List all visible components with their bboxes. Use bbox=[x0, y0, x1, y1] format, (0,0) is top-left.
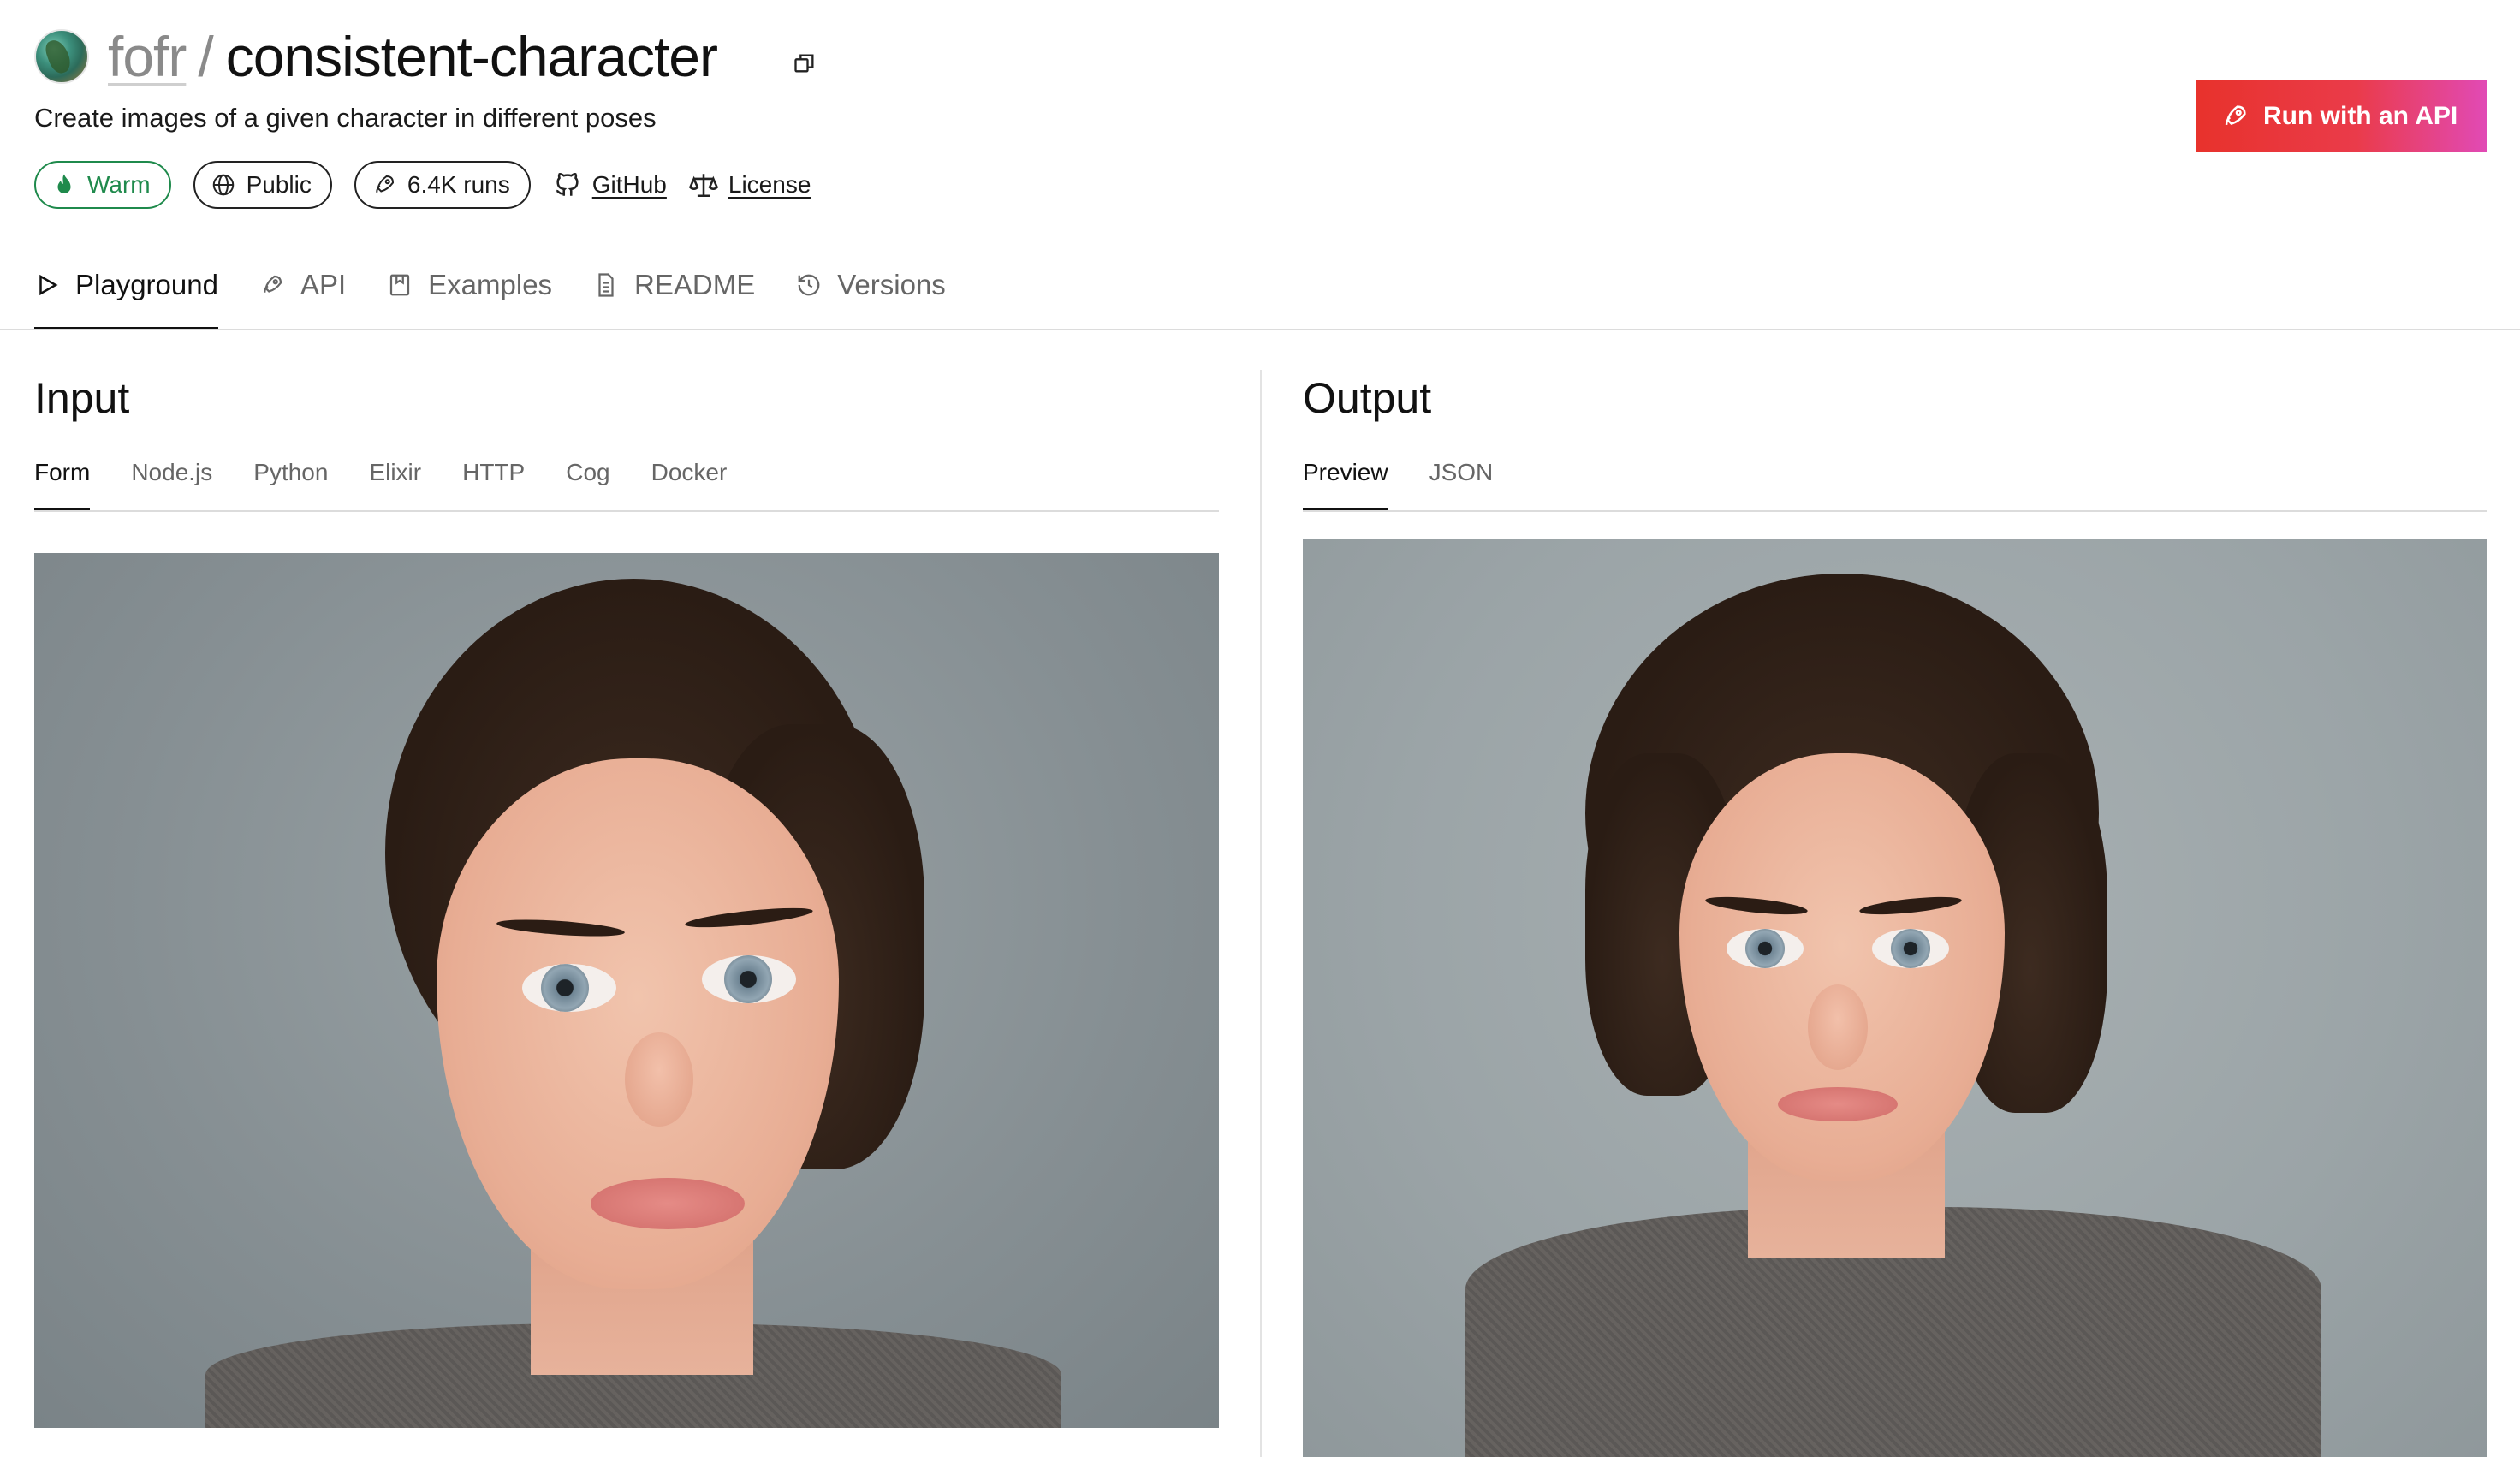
model-badges: Warm Public 6.4K runs GitHub License bbox=[34, 161, 811, 209]
model-title: fofr / consistent-character bbox=[108, 24, 718, 89]
warm-badge: Warm bbox=[34, 161, 171, 209]
run-api-label[interactable]: Run with an API bbox=[2263, 102, 2458, 131]
input-tab-cog[interactable]: Cog bbox=[566, 459, 609, 512]
input-tab-form[interactable]: Form bbox=[34, 459, 91, 512]
input-image bbox=[34, 553, 1219, 1428]
github-link[interactable]: GitHub bbox=[553, 170, 667, 199]
tab-api-label[interactable]: API bbox=[300, 269, 346, 301]
owner-link[interactable]: fofr bbox=[108, 24, 187, 89]
tab-versions-label[interactable]: Versions bbox=[837, 269, 946, 301]
output-tab-preview[interactable]: Preview bbox=[1303, 459, 1388, 512]
main-tabs: Playground API Examples README Versions bbox=[34, 267, 946, 330]
flame-icon bbox=[57, 174, 71, 193]
public-badge: Public bbox=[193, 161, 332, 209]
title-separator: / bbox=[198, 25, 214, 88]
rocket-icon bbox=[376, 175, 394, 193]
rocket-icon bbox=[264, 275, 282, 293]
github-label[interactable]: GitHub bbox=[592, 171, 667, 199]
owner-avatar[interactable] bbox=[34, 29, 89, 84]
input-tab-nodejs[interactable]: Node.js bbox=[131, 459, 212, 512]
play-icon bbox=[39, 274, 58, 296]
runs-badge: 6.4K runs bbox=[354, 161, 531, 209]
tab-api[interactable]: API bbox=[259, 267, 346, 330]
tab-readme[interactable]: README bbox=[593, 267, 755, 330]
public-label: Public bbox=[246, 171, 312, 198]
output-tabs-rule bbox=[1303, 510, 2487, 512]
tab-playground[interactable]: Playground bbox=[34, 267, 218, 330]
history-icon bbox=[798, 274, 820, 296]
tab-playground-label[interactable]: Playground bbox=[75, 269, 218, 301]
tab-versions[interactable]: Versions bbox=[796, 267, 946, 330]
license-link[interactable]: License bbox=[688, 170, 811, 199]
model-description: Create images of a given character in di… bbox=[34, 103, 657, 133]
model-name: consistent-character bbox=[225, 25, 718, 88]
tab-examples-label[interactable]: Examples bbox=[428, 269, 552, 301]
github-icon bbox=[556, 173, 579, 196]
tab-examples[interactable]: Examples bbox=[387, 267, 552, 330]
tab-readme-label[interactable]: README bbox=[634, 269, 755, 301]
globe-icon bbox=[212, 174, 234, 196]
run-with-api-button[interactable]: Run with an API bbox=[2196, 80, 2487, 152]
rocket-icon bbox=[2225, 105, 2246, 125]
warm-label: Warm bbox=[87, 171, 151, 198]
runs-label: 6.4K runs bbox=[407, 171, 510, 198]
tabs-divider bbox=[0, 329, 2520, 330]
document-icon bbox=[598, 273, 614, 297]
input-tab-http[interactable]: HTTP bbox=[462, 459, 525, 512]
bookmark-icon bbox=[390, 274, 410, 296]
output-image bbox=[1303, 539, 2487, 1457]
input-tabs-rule bbox=[34, 510, 1219, 512]
input-tab-docker[interactable]: Docker bbox=[651, 459, 728, 512]
output-title: Output bbox=[1303, 374, 1432, 422]
copy-icon[interactable] bbox=[793, 51, 817, 75]
input-tab-elixir[interactable]: Elixir bbox=[369, 459, 421, 512]
input-tabs: Form Node.js Python Elixir HTTP Cog Dock… bbox=[34, 459, 727, 512]
input-title: Input bbox=[34, 374, 130, 422]
output-tabs: Preview JSON bbox=[1303, 459, 1493, 512]
panel-divider bbox=[1260, 370, 1262, 1457]
scale-icon bbox=[688, 174, 718, 198]
output-tab-json[interactable]: JSON bbox=[1429, 459, 1494, 512]
license-label[interactable]: License bbox=[728, 171, 811, 199]
input-tab-python[interactable]: Python bbox=[253, 459, 328, 512]
